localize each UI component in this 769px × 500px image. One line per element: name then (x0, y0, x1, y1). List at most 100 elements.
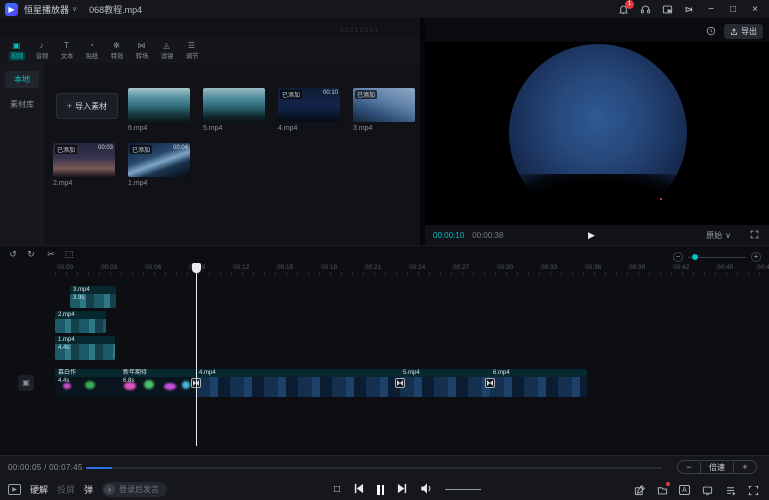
document-title: 068教程.mp4 (89, 3, 142, 16)
pause-button[interactable] (377, 485, 384, 495)
transition-marker-icon[interactable] (485, 378, 495, 388)
stop-button[interactable]: □ (334, 484, 340, 495)
media-thumb-4[interactable]: 已添加 00:10 (278, 88, 340, 122)
history-clock-icon[interactable] (706, 26, 716, 38)
media-thumb-3[interactable]: 已添加 (353, 88, 415, 122)
added-badge: 已添加 (55, 145, 77, 154)
time-ruler[interactable]: 00:00 00:03 00:06 00:09 00:12 00:15 00:1… (0, 263, 769, 275)
ruler-tick: 00:03 (101, 264, 117, 271)
preview-fullscreen-icon[interactable] (750, 226, 759, 244)
filter-tab-icon: ◬ (163, 41, 169, 50)
video-viewport[interactable] (425, 42, 769, 225)
speed-minus-button[interactable]: − (678, 462, 700, 472)
main-track-cover-button[interactable]: ▣ (18, 375, 34, 391)
tab-filter[interactable]: ◬滤镜 (154, 41, 179, 61)
media-grid: + 导入素材 6.mp4 5.mp4 已添加 00:10 4.mp4 已添加 3… (44, 63, 420, 245)
track-area[interactable]: 3.mp4 3.9s 2.mp4 1.mp4 4.4s 慕白作 4.4s (0, 275, 769, 456)
tv-screen-icon[interactable] (701, 484, 713, 496)
mini-player-icon[interactable]: ▶ (8, 484, 21, 495)
timeline-zoom-slider[interactable] (688, 257, 746, 258)
chevron-down-icon: ∨ (725, 231, 731, 240)
tab-transition[interactable]: ⋈转场 (129, 41, 154, 61)
minimize-button[interactable]: − (705, 4, 717, 15)
sidebar-item-local[interactable]: 本地 (5, 71, 39, 88)
danmaku-input[interactable]: › 登录后发言 (102, 482, 167, 497)
preview-total-time: 00:00:38 (472, 231, 503, 240)
close-button[interactable]: × (749, 4, 761, 15)
ruler-tick: 00:39 (629, 264, 645, 271)
playhead-handle[interactable] (192, 263, 201, 273)
folder-alert-dot (666, 482, 670, 486)
preview-play-button[interactable]: ▶ (588, 230, 595, 241)
clip-1mp4[interactable]: 1.mp4 4.4s (55, 336, 115, 360)
adjust-tab-icon: ☰ (188, 41, 195, 50)
redo-button[interactable]: ↻ (24, 249, 38, 260)
hw-decode-toggle[interactable]: 硬解 (30, 483, 48, 496)
edit-clip-icon[interactable] (633, 484, 645, 496)
transition-marker-icon[interactable] (395, 378, 405, 388)
tab-audio[interactable]: ♪音频 (29, 41, 54, 61)
clip-3mp4[interactable]: 3.mp4 3.9s (70, 286, 116, 308)
cast-toggle[interactable]: 投屏 (57, 483, 75, 496)
duration-label: 00:04 (173, 145, 188, 151)
clip-2mp4[interactable]: 2.mp4 (55, 311, 106, 333)
timeline-zoom-in-button[interactable]: + (751, 252, 761, 262)
tab-sticker[interactable]: ◔贴纸 (79, 41, 104, 61)
media-thumb-2[interactable]: 已添加 00:03 (53, 143, 115, 177)
preview-current-time: 00:00:10 (433, 231, 464, 240)
player-bottom-bar: 00:00:05 / 00:07:45 − 倍速 + ▶ 硬解 投屏 弹 › 登… (0, 455, 769, 500)
timeline-zoom-out-button[interactable]: − (673, 252, 683, 262)
preview-ratio-dropdown[interactable]: 原始 ∨ (706, 230, 731, 241)
app-name: 恒星播放器 (24, 3, 69, 16)
tab-text[interactable]: T文本 (54, 41, 79, 61)
main-clip-5mp4[interactable]: 5.mp4 (400, 369, 490, 397)
media-thumb-5[interactable] (203, 88, 265, 122)
split-scissors-button[interactable]: ✂ (44, 249, 58, 260)
media-filename: 1.mp4 (128, 180, 147, 187)
notification-bell-icon[interactable]: 1 (617, 3, 629, 15)
app-window: ▶ 恒星播放器 ∨ 068教程.mp4 1 − □ × 20210201 (0, 0, 769, 500)
undo-button[interactable]: ↺ (6, 249, 20, 260)
media-filename: 5.mp4 (203, 125, 222, 132)
duration-label: 00:03 (98, 145, 113, 151)
sidebar-item-library[interactable]: 素材库 (5, 96, 39, 113)
danmaku-toggle[interactable]: 弹 (84, 483, 93, 496)
delete-clip-button[interactable]: ⬚ (62, 249, 76, 260)
import-media-button[interactable]: + 导入素材 (56, 93, 118, 119)
media-thumb-1[interactable]: 已添加 00:04 (128, 143, 190, 177)
ruler-tick: 00:24 (409, 264, 425, 271)
export-button[interactable]: 导出 (724, 24, 763, 39)
media-thumb-6[interactable] (128, 88, 190, 122)
main-clip-title2[interactable]: 新年期待 6.8s (120, 369, 196, 397)
timeline-zoom-handle[interactable] (692, 254, 698, 260)
mini-window-icon[interactable] (661, 3, 673, 15)
media-source-rail: 本地 素材库 (0, 63, 44, 245)
main-clip-title1[interactable]: 慕白作 4.4s (55, 369, 120, 397)
app-logo-icon: ▶ (5, 3, 18, 16)
ruler-tick: 00:45 (717, 264, 733, 271)
tab-effects[interactable]: ✻特效 (104, 41, 129, 61)
previous-button[interactable] (353, 483, 364, 497)
playlist-icon[interactable] (724, 484, 736, 496)
app-menu-caret-icon[interactable]: ∨ (72, 5, 77, 13)
maximize-button[interactable]: □ (727, 4, 739, 15)
support-headset-icon[interactable] (639, 3, 651, 15)
volume-icon[interactable] (421, 483, 432, 497)
ruler-tick: 00:12 (233, 264, 249, 271)
fullscreen-icon[interactable] (747, 484, 759, 496)
next-button[interactable] (397, 483, 408, 497)
volume-slider[interactable] (445, 489, 481, 490)
speed-plus-button[interactable]: + (734, 462, 756, 472)
speed-label[interactable]: 倍速 (700, 462, 734, 473)
seek-bar[interactable] (86, 467, 662, 469)
folder-icon[interactable] (656, 484, 668, 496)
speed-control: − 倍速 + (677, 460, 757, 474)
effects-tab-icon: ✻ (113, 41, 120, 50)
main-clip-6mp4[interactable]: 6.mp4 (490, 369, 587, 397)
main-clip-4mp4[interactable]: 4.mp4 (196, 369, 400, 397)
tab-adjust[interactable]: ☰调节 (179, 41, 204, 61)
cast-icon[interactable] (683, 3, 695, 15)
ruler-tick: 00:06 (145, 264, 161, 271)
subtitle-icon[interactable]: A (679, 485, 690, 495)
tab-video[interactable]: ▣视频 (4, 41, 29, 61)
